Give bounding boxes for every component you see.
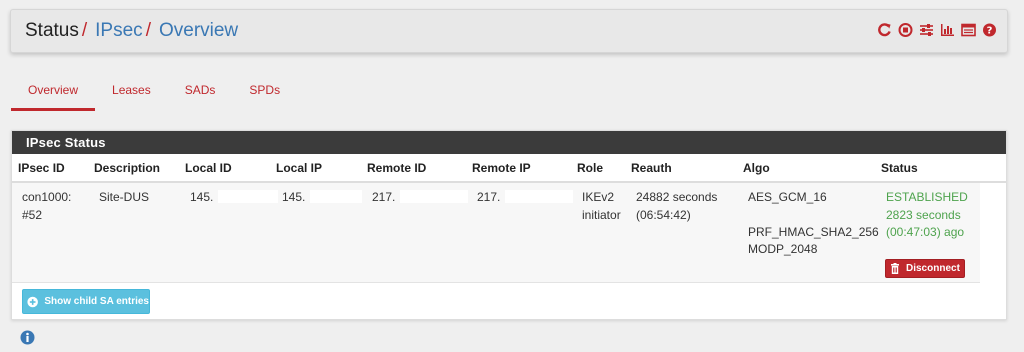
help-icon[interactable]: ? bbox=[982, 22, 997, 38]
breadcrumb: Status / IPsec / Overview bbox=[25, 20, 238, 42]
tab-bar: Overview Leases SADs SPDs bbox=[11, 78, 297, 111]
col-local-id: Local ID bbox=[185, 161, 232, 175]
redacted-block bbox=[310, 190, 363, 203]
breadcrumb-ipsec-link[interactable]: IPsec bbox=[95, 20, 143, 41]
col-remote-ip: Remote IP bbox=[472, 161, 531, 175]
col-remote-id: Remote ID bbox=[367, 161, 427, 175]
status-established: ESTABLISHED bbox=[886, 190, 968, 204]
ipsec-status-panel: IPsec Status IPsec ID Description Local … bbox=[11, 130, 1007, 320]
ipsec-id-line2: #52 bbox=[22, 207, 43, 222]
algo-line1: AES_GCM_16 bbox=[748, 190, 827, 204]
remote-ip-value: 217. bbox=[477, 190, 501, 204]
tab-overview[interactable]: Overview bbox=[11, 78, 96, 111]
breadcrumb-separator: / bbox=[81, 20, 88, 41]
plus-circle-icon bbox=[27, 296, 38, 307]
reauth-line2: (06:54:42) bbox=[636, 207, 691, 222]
col-reauth: Reauth bbox=[631, 161, 672, 175]
table-row: con1000: #52 Site-DUS 145. 145. 217. 217… bbox=[12, 183, 980, 283]
tab-spds[interactable]: SPDs bbox=[232, 78, 297, 111]
status-ago: (00:47:03) ago bbox=[886, 225, 965, 239]
cell-local-id: 145. bbox=[190, 189, 279, 207]
cell-ipsec-id: con1000: #52 bbox=[22, 189, 71, 224]
cell-role: IKEv2 initiator bbox=[582, 189, 621, 224]
show-child-sa-label: Show child SA entries bbox=[44, 296, 149, 307]
cell-local-ip: 145. bbox=[282, 189, 363, 207]
cell-reauth: 24882 seconds (06:54:42) bbox=[636, 189, 717, 224]
tab-leases[interactable]: Leases bbox=[95, 78, 168, 111]
page-header: Status / IPsec / Overview ? bbox=[10, 9, 1008, 53]
reauth-line1: 24882 seconds bbox=[636, 190, 718, 204]
col-ipsec-id: IPsec ID bbox=[18, 161, 65, 175]
remote-id-value: 217. bbox=[372, 190, 396, 204]
role-line1: IKEv2 bbox=[582, 190, 615, 204]
panel-title: IPsec Status bbox=[12, 131, 1006, 154]
tab-sads[interactable]: SADs bbox=[168, 78, 233, 111]
cell-remote-ip: 217. bbox=[477, 189, 574, 207]
status-seconds: 2823 seconds bbox=[886, 207, 961, 222]
info-icon[interactable] bbox=[20, 330, 35, 345]
trash-icon bbox=[891, 263, 899, 274]
redacted-block bbox=[400, 190, 469, 203]
col-role: Role bbox=[577, 161, 604, 175]
cell-status: ESTABLISHED 2823 seconds (00:47:03) ago bbox=[886, 189, 968, 242]
ipsec-id-line1: con1000: bbox=[22, 190, 72, 204]
restart-service-icon[interactable] bbox=[877, 22, 892, 38]
col-status: Status bbox=[881, 161, 918, 175]
page: Status / IPsec / Overview ? Overview Lea… bbox=[0, 0, 1024, 352]
breadcrumb-status: Status bbox=[25, 20, 79, 41]
disconnect-button[interactable]: Disconnect bbox=[885, 259, 965, 278]
breadcrumb-overview-link[interactable]: Overview bbox=[159, 20, 238, 41]
col-algo: Algo bbox=[743, 161, 770, 175]
table-header: IPsec ID Description Local ID Local IP R… bbox=[12, 155, 1006, 183]
log-icon[interactable] bbox=[961, 22, 976, 38]
cell-remote-id: 217. bbox=[372, 189, 469, 207]
role-line2: initiator bbox=[582, 207, 621, 222]
col-description: Description bbox=[94, 161, 161, 175]
stop-service-icon[interactable] bbox=[898, 22, 913, 38]
disconnect-label: Disconnect bbox=[906, 263, 960, 274]
show-child-sa-button[interactable]: Show child SA entries bbox=[22, 289, 150, 314]
cell-description: Site-DUS bbox=[99, 190, 150, 204]
local-ip-value: 145. bbox=[282, 190, 306, 204]
graph-icon[interactable] bbox=[940, 22, 955, 38]
local-id-value: 145. bbox=[190, 190, 214, 204]
header-icons: ? bbox=[877, 22, 997, 38]
settings-sliders-icon[interactable] bbox=[919, 22, 934, 38]
svg-text:?: ? bbox=[987, 26, 993, 37]
col-local-ip: Local IP bbox=[276, 161, 323, 175]
breadcrumb-separator: / bbox=[145, 20, 151, 41]
algo-line3: MODP_2048 bbox=[748, 242, 818, 256]
redacted-block bbox=[218, 190, 279, 203]
cell-algo: AES_GCM_16 PRF_HMAC_SHA2_256 MODP_2048 bbox=[748, 189, 879, 259]
redacted-block bbox=[505, 190, 574, 203]
algo-line2: PRF_HMAC_SHA2_256 bbox=[748, 224, 879, 239]
